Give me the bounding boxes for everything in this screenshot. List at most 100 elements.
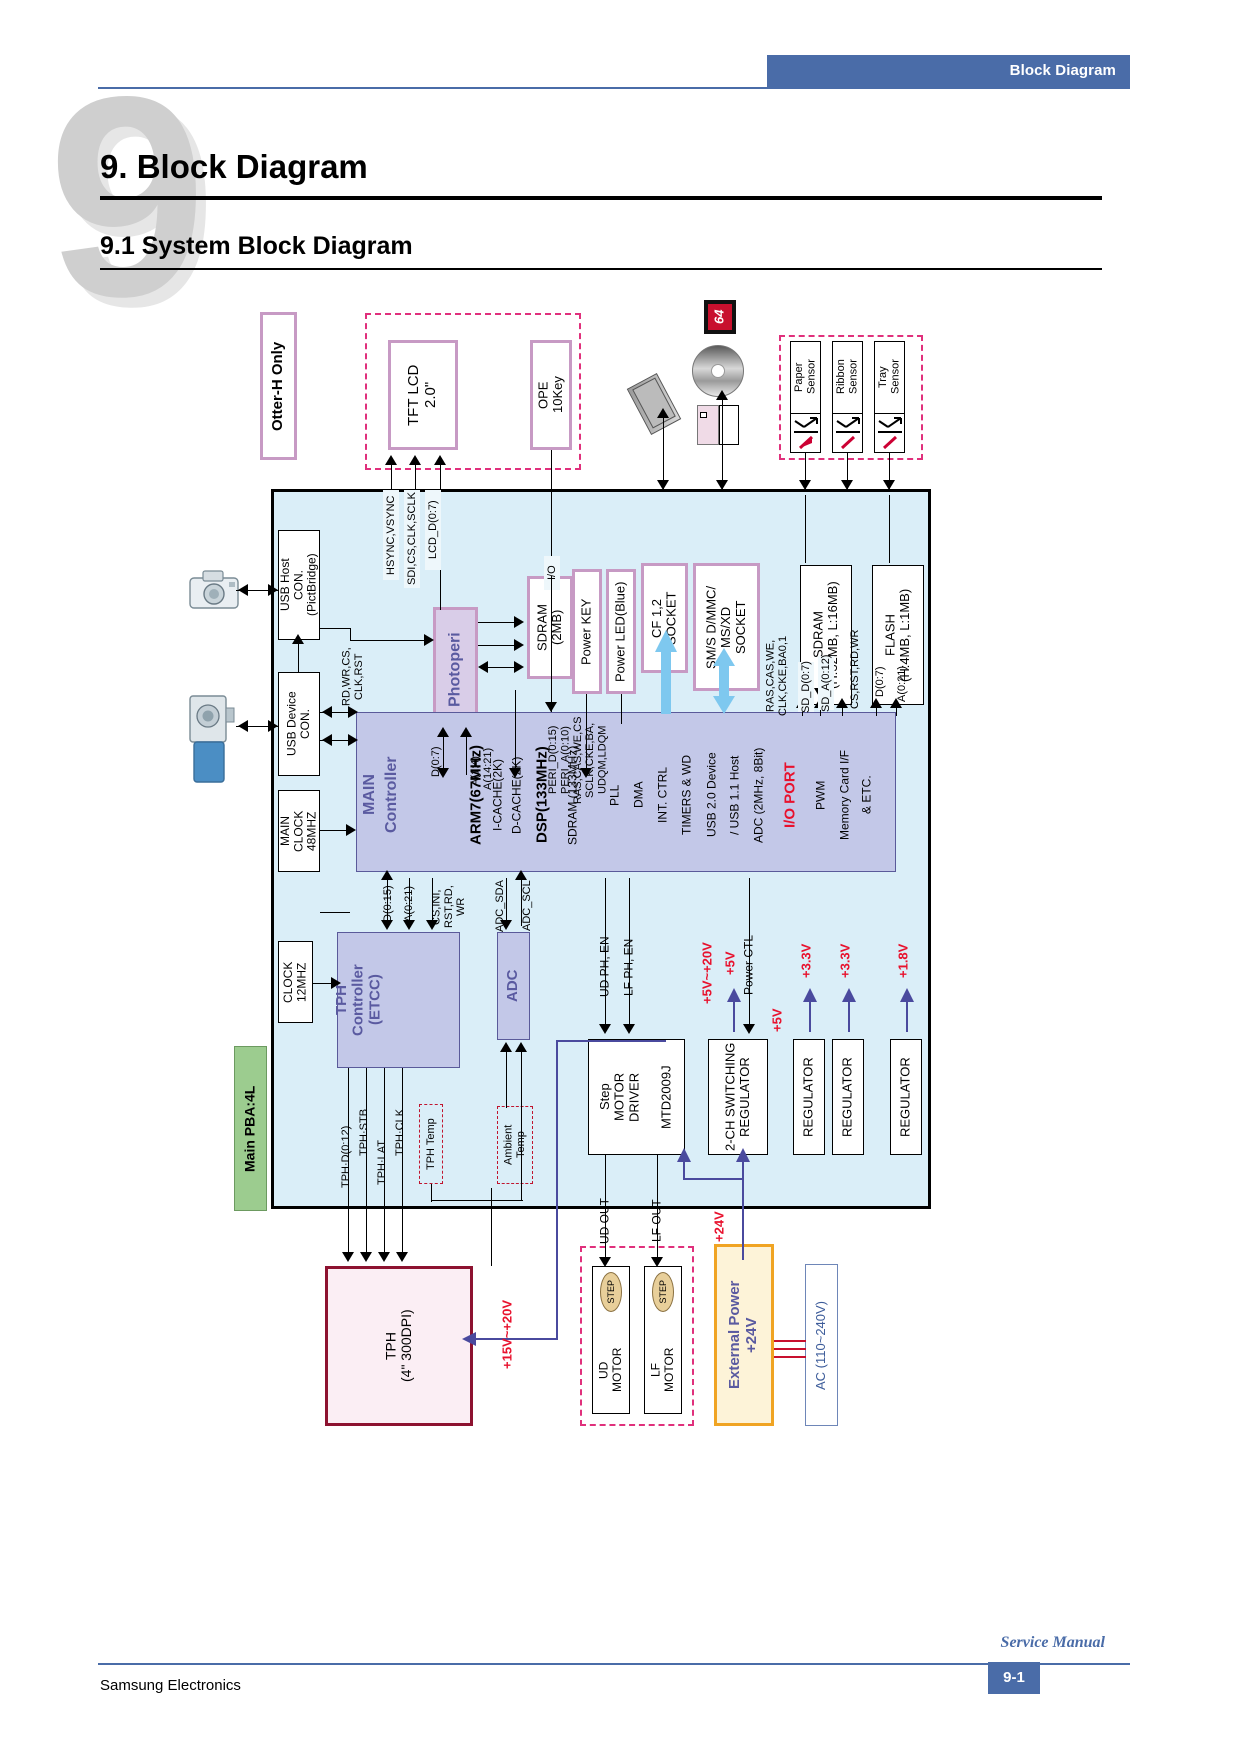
ud-motor-step-icon: STEP bbox=[600, 1272, 622, 1312]
sensor-ribbon-label: Ribbon Sensor bbox=[835, 359, 860, 395]
cd-hole-icon bbox=[711, 364, 725, 378]
mc-pwm: PWM bbox=[813, 780, 828, 810]
main-controller-title-line2: Controller bbox=[383, 756, 401, 834]
tft-lcd-block: TFT LCD 2.0" bbox=[388, 340, 458, 450]
usb-device-connector: USB Device CON. bbox=[278, 672, 320, 776]
ope-block: OPE 10Key bbox=[530, 340, 572, 450]
footer-page-badge: 9-1 bbox=[988, 1662, 1040, 1694]
page-title: 9. Block Diagram bbox=[100, 148, 368, 185]
bus-label-d07: D(0:7) bbox=[429, 746, 442, 778]
cf-card-icon: 64 bbox=[704, 300, 736, 334]
header-rule bbox=[98, 87, 1130, 89]
bus-label-sd-a: SD_A(0:12) bbox=[818, 654, 834, 712]
bus-label-sdi: SDI,CS,CLK,SCLK bbox=[404, 490, 420, 588]
memory-stick-notch bbox=[700, 412, 707, 418]
cf-socket-bus-arrow bbox=[655, 630, 677, 714]
voltage-15v-20v: +15V~+20V bbox=[499, 1299, 515, 1369]
bus-label-lcd-d: LCD_D(0:7) bbox=[425, 490, 441, 570]
sd-socket-bus-arrow bbox=[713, 648, 735, 714]
bus-label-a14: A(1:4), A(14:21) bbox=[469, 747, 494, 791]
mc-dcache: D-CACHE(2K) bbox=[509, 756, 524, 834]
footer-rule bbox=[98, 1663, 1130, 1665]
title-rule bbox=[100, 196, 1102, 200]
sensor-paper-label: Paper Sensor bbox=[793, 359, 818, 395]
bus-label-power-ctl: Power CTL bbox=[741, 934, 756, 996]
memory-stick-icon bbox=[697, 405, 719, 445]
adc-label: ADC bbox=[504, 969, 522, 1003]
voltage-18v: +1.8V bbox=[895, 943, 911, 979]
main-clock-48mhz: MAIN CLOCK 48MHZ bbox=[278, 790, 320, 872]
camera-icon-2 bbox=[189, 695, 235, 783]
mc-io-port: I/O PORT bbox=[781, 762, 799, 828]
usb-host-connector: USB Host CON. (PictBridge) bbox=[278, 530, 320, 640]
regulator-block-3: REGULATOR bbox=[890, 1039, 922, 1155]
mc-etc: & ETC. bbox=[859, 775, 874, 815]
bus-label-lf-ph: LF PH, EN bbox=[621, 938, 636, 996]
bus-label-cs-rst: CS,RST,RD,WR bbox=[848, 629, 861, 709]
regulator-block-2: REGULATOR bbox=[832, 1039, 864, 1155]
footer-company: Samsung Electronics bbox=[100, 1677, 241, 1694]
mc-usb11: / USB 1.1 Host bbox=[727, 755, 742, 835]
header-band-label: Block Diagram bbox=[1009, 62, 1116, 79]
bus-label-tph-stb: TPH·STB bbox=[357, 1108, 370, 1156]
mc-adc-spec: ADC (2MHz, 8Bit) bbox=[751, 747, 766, 843]
bus-label-ras-cas: RAS,CAS,WE, CLK,CKE,BA0,1 bbox=[764, 635, 789, 717]
sdram-2mb-block: SDRAM (2MB) bbox=[527, 576, 573, 679]
bus-label-ud-out: UD OUT bbox=[597, 1198, 612, 1244]
step-motor-driver-label: Step MOTOR DRIVER bbox=[597, 1072, 642, 1122]
bus-label-tph-d: TPH·D(0:12) bbox=[339, 1125, 352, 1189]
sensor-tray-label: Tray Sensor bbox=[877, 359, 902, 395]
bus-label-a021: A(0:21) bbox=[402, 885, 415, 923]
footer-manual-label: Service Manual bbox=[1000, 1634, 1105, 1651]
bus-label-d015: D(0:15) bbox=[381, 885, 394, 923]
bus-label-flash-a: A(0:21) bbox=[895, 665, 908, 703]
bus-label-adc-scl: ADC_SCL bbox=[520, 880, 533, 932]
ac-input-label: AC (110~240V) bbox=[813, 1300, 829, 1390]
bus-label-sd-d: SD_D(0:7) bbox=[798, 661, 814, 713]
bus-label-tph-lat: TPH·LAT bbox=[375, 1139, 388, 1185]
otter-h-only-label: Otter-H Only bbox=[260, 312, 297, 460]
voltage-5v-20v: +5V~+20V bbox=[699, 942, 715, 1004]
tray-sensor-symbol-icon bbox=[878, 417, 902, 450]
voltage-33v-a: +3.3V bbox=[798, 943, 814, 979]
footer-page-number: 9-1 bbox=[1003, 1669, 1025, 1686]
tph-controller-label-1: TPH Controller (ETCC) bbox=[333, 964, 384, 1036]
tph-head-label: TPH (4" 300DPI) bbox=[382, 1309, 414, 1383]
voltage-33v-b: +3.3V bbox=[837, 943, 853, 979]
bus-label-tph-clk: TPH·CLK bbox=[393, 1108, 406, 1156]
ribbon-sensor-symbol-icon bbox=[836, 417, 860, 450]
ud-step-label: STEP bbox=[605, 1280, 616, 1304]
main-pba-label: Main PBA:4L bbox=[241, 1085, 258, 1172]
tph-temp-label: TPH Temp bbox=[424, 1118, 437, 1170]
regulator-block-1: REGULATOR bbox=[793, 1039, 825, 1155]
bus-label-cs-ini: CS,INI, RST,RD, WR bbox=[430, 885, 468, 929]
lf-step-label: STEP bbox=[657, 1280, 668, 1304]
bus-label-hsync: HSYNC,VSYNC bbox=[383, 490, 399, 580]
mc-usb20: USB 2.0 Device bbox=[704, 752, 719, 838]
clock-12mhz: CLOCK 12MHZ bbox=[278, 941, 313, 1023]
section-title: 9.1 System Block Diagram bbox=[100, 232, 413, 260]
bus-label-rd-wr: RD,WR,CS, CLK,RST bbox=[340, 647, 365, 707]
voltage-5v-b: +5V bbox=[769, 1008, 785, 1032]
bus-label-ud-ph: UD PH, EN bbox=[597, 936, 612, 998]
lf-motor-label: LF MOTOR bbox=[648, 1347, 676, 1393]
mc-int-ctrl: INT. CTRL bbox=[655, 767, 670, 824]
mc-dma: DMA bbox=[631, 781, 646, 809]
ambient-temp-label: Ambient Temp bbox=[502, 1124, 527, 1166]
mc-memcard: Memory Card I/F bbox=[837, 750, 852, 841]
bus-label-peri: PERI_D(0:15) PERI_A(0:10) RAS,CAS,WE,CS … bbox=[547, 716, 609, 804]
voltage-24v: +24V bbox=[711, 1211, 727, 1243]
cf-card-label: 64 bbox=[711, 309, 727, 325]
external-power-label: External Power +24V bbox=[726, 1280, 760, 1390]
voltage-5v-a: +5V bbox=[722, 951, 738, 975]
main-controller-title-line1: MAIN bbox=[361, 774, 379, 816]
bus-label-lf-out: LF OUT bbox=[649, 1199, 664, 1243]
section-rule bbox=[100, 268, 1102, 270]
lf-motor-step-icon: STEP bbox=[652, 1272, 674, 1312]
bus-label-adc-sda: ADC_SDA bbox=[493, 880, 506, 932]
power-key-block: Power KEY bbox=[572, 569, 602, 694]
step-motor-driver-part: MTD2009J bbox=[658, 1065, 674, 1129]
ud-motor-label: UD MOTOR bbox=[596, 1347, 624, 1393]
paper-sensor-symbol-icon bbox=[794, 417, 818, 450]
header-band: Block Diagram bbox=[767, 55, 1130, 87]
